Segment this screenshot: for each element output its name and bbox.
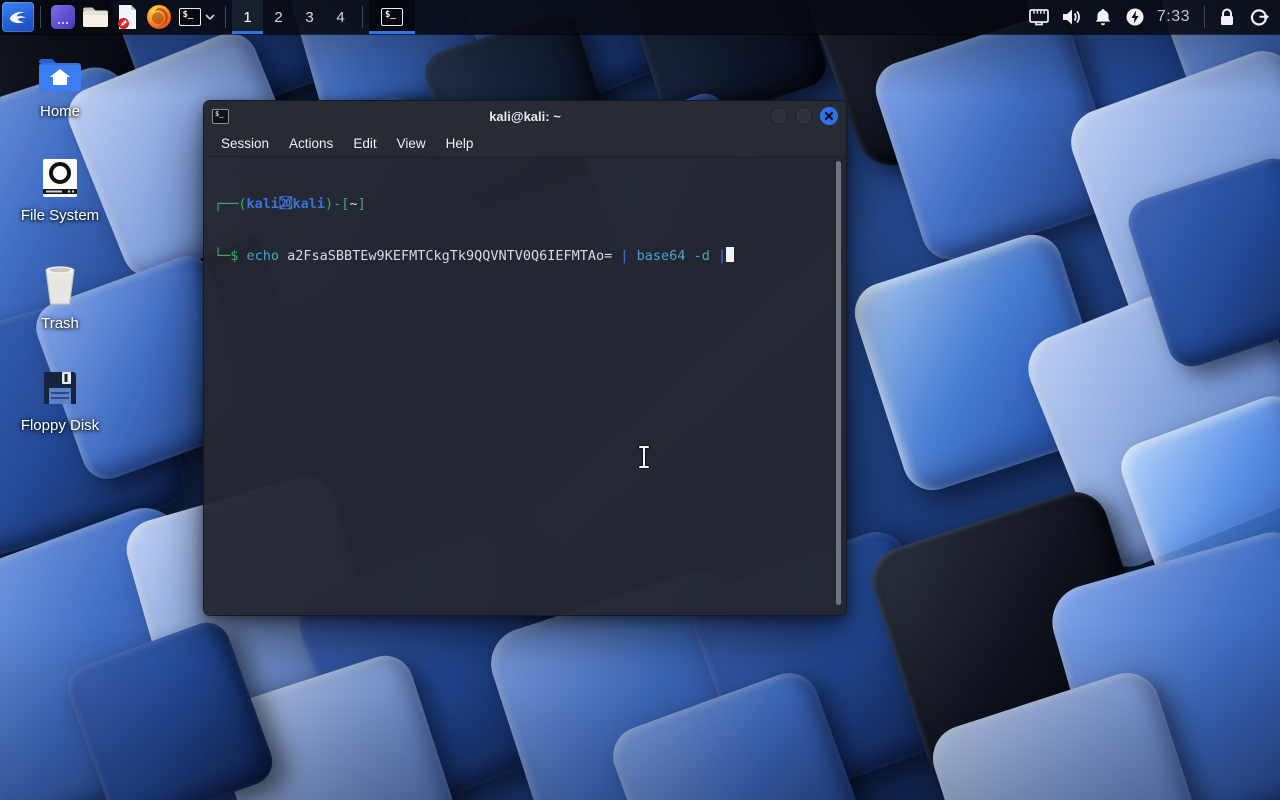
- desktop-icon-floppy-disk[interactable]: Floppy Disk: [2, 368, 118, 434]
- kali-menu-button[interactable]: [2, 2, 34, 32]
- workspace-2[interactable]: 2: [263, 0, 294, 34]
- floppy-disk-icon: [40, 368, 80, 408]
- workspace-label: 3: [305, 9, 313, 26]
- mouse-cursor-ibeam: [636, 445, 652, 469]
- workspace-4[interactable]: 4: [325, 0, 356, 34]
- minimize-button[interactable]: [770, 107, 788, 125]
- pipe-symbol: |: [620, 248, 636, 264]
- menu-actions[interactable]: Actions: [280, 133, 342, 154]
- command-base64: base64: [637, 248, 694, 264]
- desktop-icon-label: Home: [40, 103, 80, 120]
- prompt-line-2: └─$ echo a2FsaSBBTEw9KEFMTCkgTk9QQVNTV0Q…: [214, 247, 832, 265]
- workspace-label: 4: [336, 9, 344, 26]
- launcher-app-finder[interactable]: [47, 2, 79, 32]
- menu-help[interactable]: Help: [437, 133, 483, 154]
- prompt-host: kali: [293, 196, 326, 212]
- terminal-icon: $_: [179, 8, 201, 26]
- window-titlebar-terminal-icon: $_: [212, 109, 229, 124]
- desktop-icon-trash[interactable]: Trash: [2, 264, 118, 332]
- prompt-separator: ㉉: [279, 196, 293, 212]
- menu-session[interactable]: Session: [212, 133, 278, 154]
- desktop-icon-file-system[interactable]: File System: [2, 158, 118, 224]
- launcher-file-manager[interactable]: [79, 2, 111, 32]
- launcher-terminal[interactable]: $_: [175, 2, 219, 32]
- window-titlebar[interactable]: $_ kali@kali: ~: [204, 101, 846, 131]
- trash-can-icon: [40, 264, 80, 306]
- prompt-frame: )-[: [325, 196, 349, 212]
- prompt-path: ~: [349, 196, 357, 212]
- home-folder-icon: [37, 56, 83, 94]
- workspace-label: 2: [274, 9, 282, 26]
- terminal-scrollbar[interactable]: [836, 161, 841, 605]
- terminal-icon: $_: [381, 8, 403, 26]
- prompt-frame: └─$: [214, 248, 247, 264]
- command-argument: a2FsaSBBTEw9KEFMTCkgTk9QQVNTV0Q6IEFMTAo=: [287, 248, 620, 264]
- firefox-icon: [146, 4, 172, 30]
- launcher-firefox[interactable]: [143, 2, 175, 32]
- taskbar-item-terminal[interactable]: $_: [369, 0, 415, 34]
- window-menubar: Session Actions Edit View Help: [204, 131, 846, 157]
- close-button[interactable]: [820, 107, 838, 125]
- panel-clock[interactable]: 7:33: [1157, 8, 1190, 26]
- terminal-content[interactable]: ┌──(kali㉉kali)-[~] └─$ echo a2FsaSBBTEw9…: [204, 157, 846, 615]
- desktop-icon-label: Floppy Disk: [21, 417, 99, 434]
- prompt-user: kali: [247, 196, 280, 212]
- panel-separator: [40, 6, 41, 28]
- terminal-text: ┌──(kali㉉kali)-[~] └─$ echo a2FsaSBBTEw9…: [214, 162, 832, 299]
- document-edit-icon: [115, 4, 139, 30]
- panel-separator: [225, 6, 226, 28]
- kali-dragon-icon: [7, 6, 29, 28]
- terminal-cursor: [726, 247, 734, 262]
- chevron-down-icon: [204, 13, 216, 21]
- network-wired-icon[interactable]: [1026, 2, 1052, 32]
- logout-icon[interactable]: [1246, 2, 1272, 32]
- prompt-line-1: ┌──(kali㉉kali)-[~]: [214, 196, 832, 213]
- desktop-icon-label: Trash: [41, 315, 79, 332]
- window-title: kali@kali: ~: [204, 109, 846, 124]
- command-echo: echo: [247, 248, 288, 264]
- notifications-bell-icon[interactable]: [1090, 2, 1116, 32]
- prompt-frame: ]: [358, 196, 366, 212]
- prompt-frame: ┌──(: [214, 196, 247, 212]
- workspace-1[interactable]: 1: [232, 0, 263, 34]
- volume-icon[interactable]: [1058, 2, 1084, 32]
- purple-app-icon: [50, 4, 76, 30]
- terminal-window: $_ kali@kali: ~ Session Actions Edit Vie…: [203, 100, 847, 616]
- folder-icon: [82, 6, 109, 28]
- pipe-symbol: |: [718, 248, 726, 264]
- close-icon: [824, 111, 834, 121]
- workspace-label: 1: [243, 9, 251, 26]
- desktop-icon-home[interactable]: Home: [2, 56, 118, 120]
- menu-edit[interactable]: Edit: [344, 133, 385, 154]
- power-manager-icon[interactable]: [1122, 2, 1148, 32]
- hard-drive-icon: [42, 158, 78, 198]
- lock-icon[interactable]: [1214, 2, 1240, 32]
- launcher-text-editor[interactable]: [111, 2, 143, 32]
- workspace-3[interactable]: 3: [294, 0, 325, 34]
- maximize-button[interactable]: [795, 107, 813, 125]
- top-panel: $_ 1 2 3 4 $_: [0, 0, 1280, 34]
- menu-view[interactable]: View: [388, 133, 435, 154]
- desktop-icon-label: File System: [21, 207, 99, 224]
- command-option: -d: [694, 248, 718, 264]
- panel-separator: [1204, 6, 1205, 28]
- panel-separator: [362, 6, 363, 28]
- desktop-root: Home File System Trash: [0, 0, 1280, 800]
